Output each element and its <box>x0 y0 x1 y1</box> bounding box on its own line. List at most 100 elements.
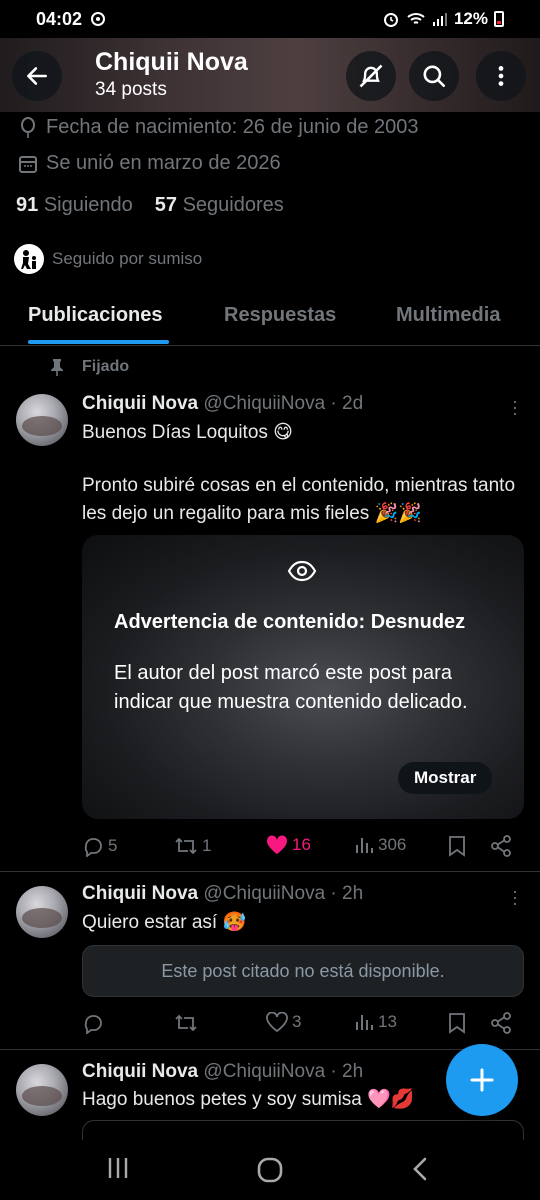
post-1-repost-count: 1 <box>202 836 212 855</box>
reply-icon <box>84 1015 102 1034</box>
post-1-handle-time: @ChiquiiNova · 2d <box>203 393 364 414</box>
wifi-icon <box>407 13 425 24</box>
post-2-handle-time: @ChiquiiNova · 2h <box>203 883 364 904</box>
share-icon <box>491 1012 511 1034</box>
balloon-icon <box>21 116 35 138</box>
heart-filled-icon <box>266 835 288 854</box>
more-options-button[interactable] <box>476 51 526 101</box>
post-1-like-button[interactable]: 16 <box>266 835 311 855</box>
post-1-share-button[interactable] <box>490 835 512 857</box>
joined-text: Se unió en marzo de 2026 <box>46 152 281 174</box>
silhouette-icon <box>21 250 36 269</box>
battery-icon <box>494 11 504 27</box>
post-1-like-count: 16 <box>292 835 311 854</box>
post-1-more-icon[interactable]: · · · <box>512 392 518 422</box>
reply-icon <box>84 838 102 857</box>
post-1-sensitive-media[interactable]: Advertencia de contenido: Desnudez El au… <box>82 535 524 819</box>
heart-icon <box>266 1012 288 1032</box>
status-time-group: 04:02 <box>36 9 106 30</box>
views-icon <box>356 838 373 853</box>
plus-icon <box>470 1068 494 1092</box>
post-1-bookmark-button[interactable] <box>448 835 466 857</box>
post-2-views-button[interactable]: 13 <box>354 1012 397 1032</box>
post-1-header: Chiquii Nova @ChiquiiNova · 2d <box>82 393 363 415</box>
pin-icon <box>51 359 63 376</box>
show-media-button[interactable]: Mostrar <box>398 762 493 794</box>
bookmark-icon <box>449 836 465 857</box>
tab-publicaciones[interactable]: Publicaciones <box>28 304 163 327</box>
followed-by-row[interactable]: Seguido por sumiso <box>14 244 202 274</box>
post-2-bookmark-button[interactable] <box>448 1012 466 1034</box>
post-2-repost-button[interactable] <box>174 1012 202 1034</box>
following-link[interactable]: 91 Siguiendo <box>16 194 133 217</box>
repost-icon <box>175 1014 197 1032</box>
share-icon <box>491 835 511 857</box>
content-warning-title: Advertencia de contenido: Desnudez <box>114 611 466 633</box>
following-count: 91 <box>16 194 39 216</box>
compose-button[interactable] <box>446 1044 518 1116</box>
post-2-avatar[interactable] <box>16 886 68 938</box>
search-icon <box>423 65 446 88</box>
pinned-label: Fijado <box>50 358 129 376</box>
system-nav-bar <box>0 1140 540 1200</box>
post-3-author[interactable]: Chiquii Nova <box>82 1061 198 1082</box>
recent-apps-icon[interactable] <box>106 1156 130 1180</box>
post-2-share-button[interactable] <box>490 1012 512 1034</box>
active-tab-indicator <box>28 340 169 344</box>
post-1-avatar[interactable] <box>16 394 68 446</box>
tab-respuestas[interactable]: Respuestas <box>224 304 336 327</box>
post-1-line-2: Pronto subiré cosas en el contenido, mie… <box>82 475 516 524</box>
post-2-text: Quiero estar así 🥵 <box>82 912 247 933</box>
bookmark-icon <box>449 1013 465 1034</box>
post-2-author[interactable]: Chiquii Nova <box>82 883 198 904</box>
header-name: Chiquii Nova <box>95 48 248 76</box>
content-warning-body: El autor del post marcó este post para i… <box>114 662 468 713</box>
views-icon <box>356 1015 373 1030</box>
post-2-like-button[interactable]: 3 <box>266 1012 301 1032</box>
eye-icon <box>287 560 317 582</box>
post-1-repost-button[interactable]: 1 <box>174 835 211 857</box>
followers-count: 57 <box>154 194 178 216</box>
repost-icon <box>175 837 197 855</box>
status-time: 04:02 <box>36 8 83 29</box>
pinned-text: Fijado <box>82 358 130 375</box>
header-posts-count: 34 posts <box>95 79 167 100</box>
status-bar: 04:02 12% <box>0 0 540 38</box>
follow-counts: 91 Siguiendo 57 Seguidores <box>16 194 284 217</box>
status-right-group: 12% <box>382 9 504 29</box>
header-title: Chiquii Nova 34 posts <box>95 48 248 101</box>
followers-label: Seguidores <box>182 194 284 216</box>
arrow-left-icon <box>27 67 47 85</box>
post-3-avatar[interactable] <box>16 1064 68 1116</box>
battery-percent: 12% <box>453 9 488 28</box>
post-1-views-button[interactable]: 306 <box>354 835 406 855</box>
signal-icon <box>432 13 447 26</box>
post-2-more-icon[interactable]: · · · <box>512 882 518 912</box>
post-1-actions: 5 1 16 306 <box>82 835 522 863</box>
more-vertical-icon <box>498 66 504 86</box>
birthday-row: Fecha de nacimiento: 26 de junio de 2003 <box>18 116 419 139</box>
post-1-author[interactable]: Chiquii Nova <box>82 393 198 414</box>
notifications-button[interactable] <box>346 51 396 101</box>
profile-header: Chiquii Nova 34 posts <box>0 38 540 112</box>
post-2-views-count: 13 <box>378 1012 397 1031</box>
back-nav-icon[interactable] <box>410 1156 430 1182</box>
following-label: Siguiendo <box>43 194 133 216</box>
post-2-header: Chiquii Nova @ChiquiiNova · 2h <box>82 883 363 905</box>
post-2-quote-unavailable: Este post citado no está disponible. <box>82 945 524 997</box>
tab-multimedia[interactable]: Multimedia <box>396 304 500 327</box>
divider <box>0 871 540 872</box>
bell-off-icon <box>359 64 383 88</box>
followers-link[interactable]: 57 Seguidores <box>155 194 284 217</box>
post-2-reply-button[interactable] <box>82 1012 108 1034</box>
post-2-like-count: 3 <box>292 1012 302 1031</box>
sync-icon <box>91 12 106 26</box>
home-icon[interactable] <box>256 1156 284 1184</box>
calendar-icon <box>19 155 37 173</box>
back-button[interactable] <box>12 51 62 101</box>
post-1-reply-button[interactable]: 5 <box>82 835 117 857</box>
search-button[interactable] <box>409 51 459 101</box>
post-2-actions: 3 13 <box>82 1012 522 1040</box>
followed-by-text: Seguido por sumiso <box>52 249 203 268</box>
birthday-text: Fecha de nacimiento: 26 de junio de 2003 <box>46 116 419 138</box>
